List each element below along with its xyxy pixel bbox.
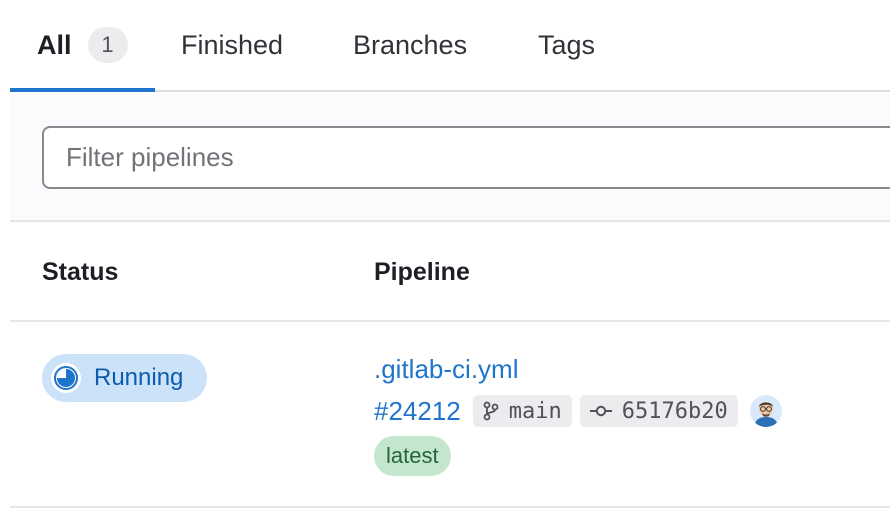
latest-badge: latest	[374, 436, 451, 476]
filter-pipelines-input[interactable]	[42, 126, 890, 189]
tab-all-label: All	[37, 29, 72, 60]
tab-branches-label: Branches	[353, 29, 468, 60]
tab-all-count-badge: 1	[87, 27, 128, 63]
table-header: Status Pipeline	[10, 222, 890, 322]
status-running-icon	[50, 362, 82, 394]
branch-name: main	[508, 398, 562, 424]
user-avatar[interactable]	[749, 395, 782, 427]
tab-branches[interactable]: Branches	[353, 0, 467, 90]
tab-all[interactable]: All 1	[10, 0, 155, 92]
status-column-header: Status	[42, 258, 119, 286]
branch-ref-chip[interactable]: main	[472, 395, 572, 427]
pipeline-tabs: All 1 Finished Branches Tags	[10, 0, 890, 92]
pipeline-id-link[interactable]: #24212	[374, 396, 461, 427]
filter-bar	[10, 94, 890, 222]
status-label: Running	[94, 364, 184, 391]
table-row: Running .gitlab-ci.yml #24212 main 65176…	[10, 322, 890, 508]
tab-finished-label: Finished	[181, 29, 284, 60]
tab-tags[interactable]: Tags	[538, 0, 595, 90]
tab-finished[interactable]: Finished	[181, 0, 283, 90]
pipeline-column-header: Pipeline	[374, 258, 470, 286]
commit-sha: 65176b20	[621, 398, 728, 424]
commit-icon	[589, 405, 612, 417]
pipeline-meta: #24212 main 65176b20	[374, 394, 782, 428]
pipeline-name-link[interactable]: .gitlab-ci.yml	[374, 354, 518, 385]
pipelines-page: All 1 Finished Branches Tags Status Pipe…	[0, 0, 890, 530]
commit-sha-chip[interactable]: 65176b20	[579, 395, 738, 427]
status-badge[interactable]: Running	[42, 354, 207, 402]
branch-icon	[483, 401, 499, 421]
tab-tags-label: Tags	[538, 29, 596, 60]
